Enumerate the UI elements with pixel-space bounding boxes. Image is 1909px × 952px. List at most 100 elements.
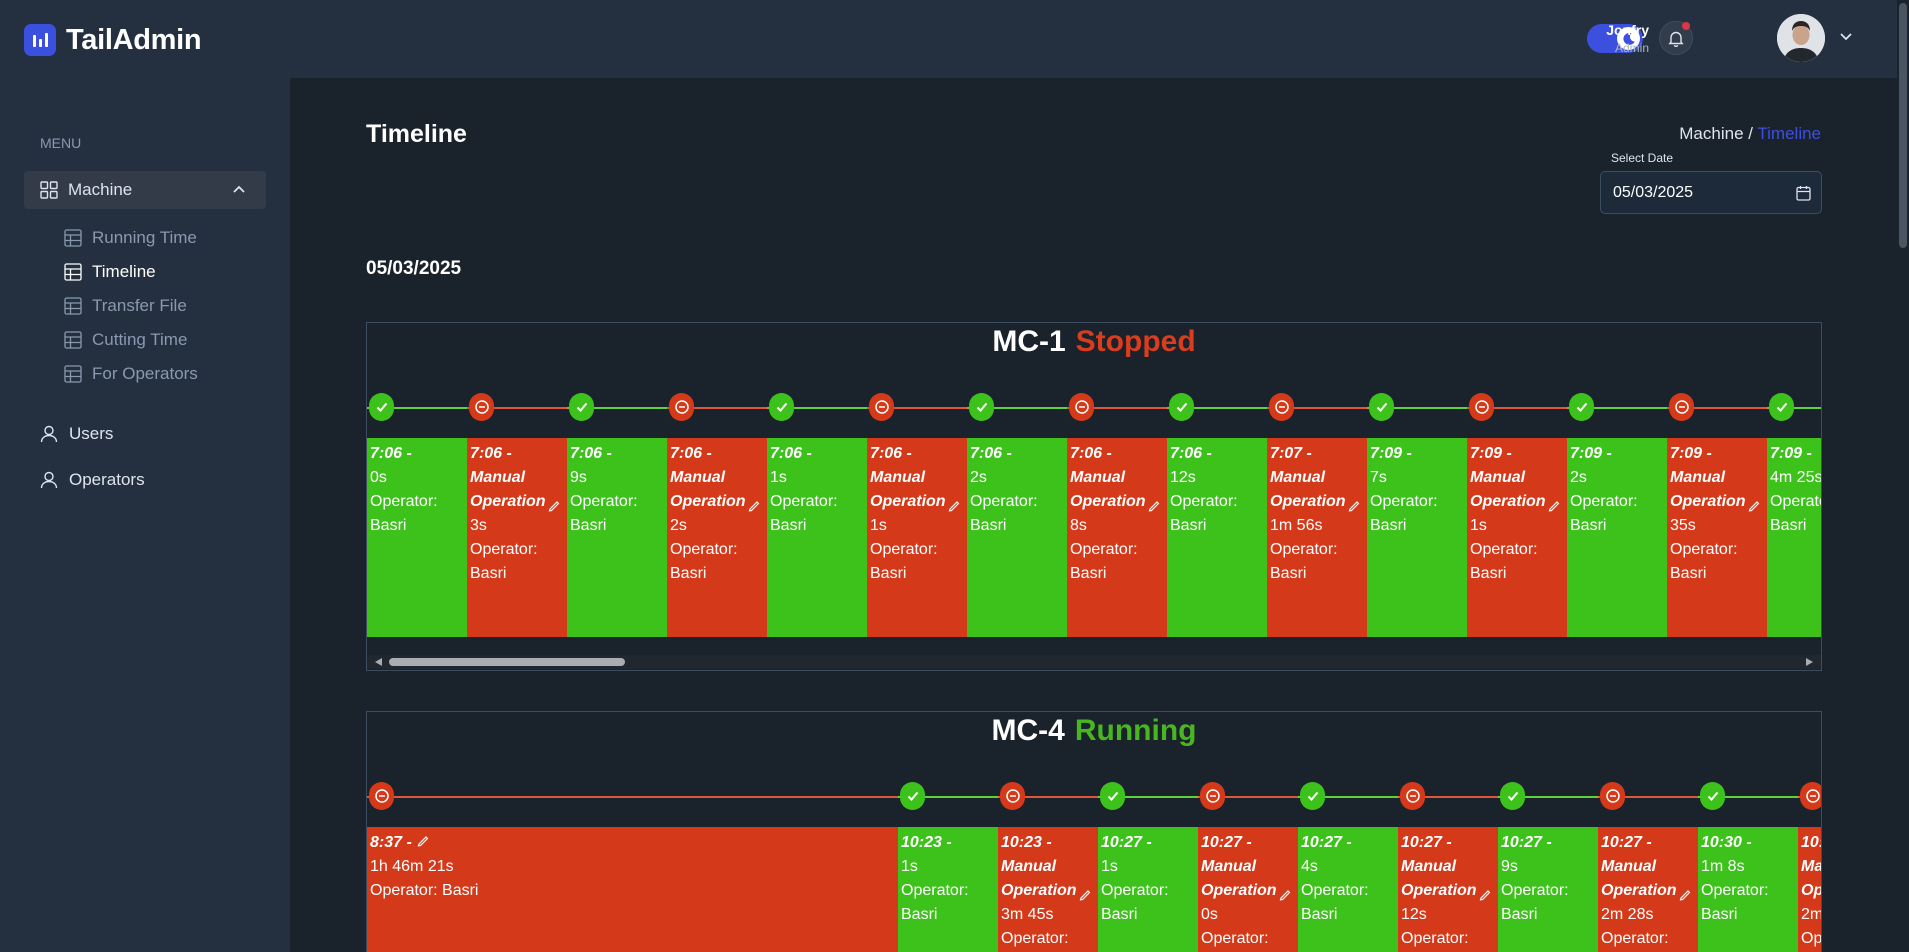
date-picker-input[interactable]: 05/03/2025 [1600, 171, 1822, 214]
stopped-event-card[interactable]: 7:06 - Manual Operation 3s Operator: Basri [467, 438, 567, 637]
sidebar-item-operators[interactable]: Operators [40, 465, 145, 495]
edit-pencil-icon[interactable] [1678, 885, 1692, 909]
event-time: 7:09 - [1770, 445, 1812, 462]
running-event-card[interactable]: 7:06 - 1s Operator: Basri [767, 438, 867, 637]
stopped-minus-icon[interactable] [1469, 393, 1494, 421]
scrollbar-thumb[interactable] [389, 658, 625, 666]
edit-pencil-icon[interactable] [547, 496, 561, 520]
stopped-event-card[interactable]: 7:06 - Manual Operation 1s Operator: Basri [867, 438, 967, 637]
stopped-event-card[interactable]: 7:06 - Manual Operation 8s Operator: Basri [1067, 438, 1167, 637]
notification-button[interactable] [1659, 21, 1693, 55]
stopped-event-card[interactable]: 7:07 - Manual Operation 1m 56s Operator: Basr… [1267, 438, 1367, 637]
stopped-event-card[interactable]: 10:27 - Manual Operation 2m 28s Operator: [1598, 827, 1698, 952]
sidebar-subitem-running-time[interactable]: Running Time [64, 225, 197, 251]
user-role: Admin [1614, 41, 1649, 55]
calendar-icon[interactable] [1796, 185, 1811, 201]
running-event-card[interactable]: 10:23 - 1s Operator: Basri [898, 827, 998, 952]
stopped-event-card[interactable]: 10: Ma Op 2m Op [1798, 827, 1822, 952]
running-event-card[interactable]: 10:30 - 1m 8s Operator: Basri [1698, 827, 1798, 952]
sidebar-item-users[interactable]: Users [40, 419, 113, 449]
scroll-right-icon[interactable] [1806, 658, 1813, 666]
stopped-event-card[interactable]: 10:27 - Manual Operation 0s Operator: [1198, 827, 1298, 952]
sidebar-subitem-timeline[interactable]: Timeline [64, 259, 156, 285]
stopped-event-card[interactable]: 7:06 - Manual Operation 2s Operator: Basri [667, 438, 767, 637]
running-event-card[interactable]: 7:06 - 2s Operator: Basri [967, 438, 1067, 637]
edit-pencil-icon[interactable] [1747, 496, 1761, 520]
running-event-card[interactable]: 10:27 - 1s Operator: Basri [1098, 827, 1198, 952]
event-operator-name: Basri [670, 565, 707, 582]
sidebar-subitem-label: Timeline [92, 262, 156, 281]
breadcrumb-parent[interactable]: Machine / [1679, 124, 1753, 143]
stopped-minus-icon[interactable] [1400, 782, 1425, 810]
user-name[interactable]: Jonfry [1606, 22, 1649, 38]
running-check-icon[interactable] [569, 393, 594, 421]
running-event-card[interactable]: 10:27 - 4s Operator: Basri [1298, 827, 1398, 952]
running-check-icon[interactable] [1300, 782, 1325, 810]
event-operator-label: Operator: [1570, 493, 1638, 510]
sidebar-item-machine[interactable]: Machine [24, 171, 266, 209]
running-check-icon[interactable] [769, 393, 794, 421]
sidebar-subitem-transfer-file[interactable]: Transfer File [64, 293, 187, 319]
stopped-minus-icon[interactable] [1600, 782, 1625, 810]
stopped-minus-icon[interactable] [1800, 782, 1821, 810]
stopped-minus-icon[interactable] [1069, 393, 1094, 421]
edit-pencil-icon[interactable] [1478, 885, 1492, 909]
edit-pencil-icon[interactable] [1278, 885, 1292, 909]
running-check-icon[interactable] [369, 393, 394, 421]
sidebar-subitem-for-operators[interactable]: For Operators [64, 361, 198, 387]
stopped-minus-icon[interactable] [669, 393, 694, 421]
edit-pencil-icon[interactable] [1078, 885, 1092, 909]
running-check-icon[interactable] [900, 782, 925, 810]
stopped-event-card[interactable]: 8:37 - 1h 46m 21s Operator: Basri [367, 827, 898, 952]
event-operator-label: Operator: [770, 493, 838, 510]
chevron-down-icon[interactable] [1839, 31, 1853, 41]
edit-pencil-icon[interactable] [1347, 496, 1361, 520]
edit-pencil-icon[interactable] [1547, 496, 1561, 520]
stopped-minus-icon[interactable] [369, 782, 394, 810]
sidebar-subitem-cutting-time[interactable]: Cutting Time [64, 327, 187, 353]
running-event-card[interactable]: 7:06 - 0s Operator: Basri [367, 438, 467, 637]
page-scrollbar-thumb[interactable] [1899, 3, 1907, 248]
event-reason: Op [1801, 882, 1822, 899]
running-check-icon[interactable] [1769, 393, 1794, 421]
chevron-up-icon[interactable] [232, 184, 246, 194]
avatar[interactable] [1777, 14, 1825, 62]
running-check-icon[interactable] [1369, 393, 1394, 421]
stopped-event-card[interactable]: 7:09 - Manual Operation 1s Operator: Basri [1467, 438, 1567, 637]
page-title: Timeline [366, 120, 467, 148]
timeline-connector [367, 796, 898, 798]
running-check-icon[interactable] [1100, 782, 1125, 810]
stopped-event-card[interactable]: 10:27 - Manual Operation 12s Operator: [1398, 827, 1498, 952]
stopped-event-card[interactable]: 10:23 - Manual Operation 3m 45s Operator: [998, 827, 1098, 952]
running-check-icon[interactable] [1500, 782, 1525, 810]
running-check-icon[interactable] [969, 393, 994, 421]
scroll-left-icon[interactable] [375, 658, 382, 666]
edit-pencil-icon[interactable] [947, 496, 961, 520]
stopped-minus-icon[interactable] [1000, 782, 1025, 810]
running-event-card[interactable]: 7:06 - 12s Operator: Basri [1167, 438, 1267, 637]
running-check-icon[interactable] [1169, 393, 1194, 421]
running-event-card[interactable]: 7:09 - 4m 25s Operator: Basri [1767, 438, 1821, 637]
running-check-icon[interactable] [1569, 393, 1594, 421]
stopped-minus-icon[interactable] [1269, 393, 1294, 421]
stopped-minus-icon[interactable] [869, 393, 894, 421]
date-heading: 05/03/2025 [366, 258, 462, 279]
stopped-minus-icon[interactable] [469, 393, 494, 421]
sidebar-subitem-label: Running Time [92, 228, 197, 247]
edit-pencil-icon[interactable] [747, 496, 761, 520]
horizontal-scrollbar[interactable] [367, 655, 1821, 669]
stopped-event-card[interactable]: 7:09 - Manual Operation 35s Operator: Basri [1667, 438, 1767, 637]
event-operator-label: Operator: [370, 493, 438, 510]
running-event-card[interactable]: 7:09 - 7s Operator: Basri [1367, 438, 1467, 637]
stopped-minus-icon[interactable] [1200, 782, 1225, 810]
page-scrollbar[interactable] [1897, 0, 1909, 952]
edit-pencil-icon[interactable] [416, 834, 430, 851]
edit-pencil-icon[interactable] [1147, 496, 1161, 520]
event-operator-label: Operator: [1701, 882, 1769, 899]
running-event-card[interactable]: 7:09 - 2s Operator: Basri [1567, 438, 1667, 637]
stopped-minus-icon[interactable] [1669, 393, 1694, 421]
running-check-icon[interactable] [1700, 782, 1725, 810]
running-event-card[interactable]: 7:06 - 9s Operator: Basri [567, 438, 667, 637]
app-logo[interactable]: TailAdmin [24, 24, 202, 56]
running-event-card[interactable]: 10:27 - 9s Operator: Basri [1498, 827, 1598, 952]
